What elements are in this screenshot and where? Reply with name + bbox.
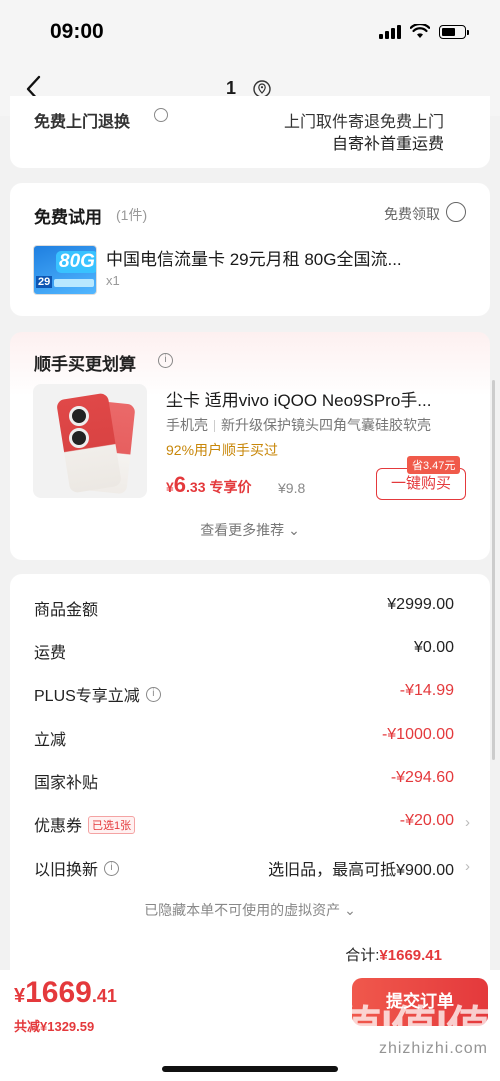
chevron-right-icon: › xyxy=(465,858,470,875)
reco-item-subtitle: 手机壳 新升级保护镜头四角气囊硅胶软壳 xyxy=(166,417,431,433)
battery-icon xyxy=(439,24,469,39)
reco-buy-percentage: 92%用户顺手买过 xyxy=(166,442,279,458)
row-shipping: 运费 ¥0.00 xyxy=(34,639,454,662)
delivery-note-2: 自寄补首重运费 xyxy=(331,136,444,153)
info-icon[interactable]: i xyxy=(158,353,173,368)
chevron-down-icon: ⌄ xyxy=(344,902,356,918)
more-recommendations-link[interactable]: 查看更多推荐 ⌄ xyxy=(10,520,490,540)
reco-original-price: ¥9.8 xyxy=(278,480,306,496)
delivery-card: 免费上门退换 上门取件寄退免费上门 自寄补首重运费 xyxy=(10,96,490,168)
status-time: 09:00 xyxy=(50,20,104,43)
hidden-assets-toggle[interactable]: 已隐藏本单不可使用的虚拟资产 ⌄ xyxy=(10,900,490,920)
phone-case-thumbnail[interactable] xyxy=(33,384,147,498)
trial-title: 免费试用 xyxy=(34,208,102,227)
info-icon[interactable]: i xyxy=(104,861,120,877)
row-goods-amount: 商品金额 ¥2999.00 xyxy=(34,596,454,619)
reco-price: ¥6.33 专享价 xyxy=(166,472,252,497)
pay-amount: ¥1669.41 xyxy=(14,976,117,1009)
sim-thumb-80g: 80G xyxy=(56,251,96,273)
row-plus-discount[interactable]: PLUS专享立减 i -¥14.99 xyxy=(34,682,466,706)
row-instant-discount: 立减 -¥1000.00 xyxy=(34,726,454,749)
row-national-subsidy: 国家补贴 -¥294.60 xyxy=(34,769,454,792)
order-total: 合计:¥1669.41 xyxy=(345,947,442,964)
checkout-bar: ¥1669.41 共减¥1329.59 提交订单 值|值|值 zhizhizhi… xyxy=(0,970,500,1081)
total-saved: 共减¥1329.59 xyxy=(14,1019,95,1034)
sim-thumb-price: 29 xyxy=(36,276,53,288)
price-details-card: 商品金额 ¥2999.00 运费 ¥0.00 PLUS专享立减 i -¥14.99… xyxy=(10,574,490,994)
free-return-label: 免费上门退换 xyxy=(34,114,131,131)
status-icons xyxy=(379,24,469,39)
trial-claim-label[interactable]: 免费领取 xyxy=(384,204,440,224)
save-badge: 省3.47元 xyxy=(407,456,461,474)
trial-item-name[interactable]: 中国电信流量卡 29元月租 80G全国流... xyxy=(106,245,441,270)
trial-claim-radio[interactable] xyxy=(446,202,466,222)
coupon-badge: 已选1张 xyxy=(88,815,136,834)
info-icon[interactable] xyxy=(154,108,168,122)
scrollbar[interactable] xyxy=(492,380,495,760)
info-icon[interactable]: i xyxy=(145,687,161,703)
delivery-note-1: 上门取件寄退免费上门 xyxy=(283,114,444,131)
status-bar: 09:00 xyxy=(0,0,500,62)
free-trial-card: 免费试用 (1件) 免费领取 80G 29 中国电信流量卡 29元月租 80G全… xyxy=(10,183,490,316)
reco-item-name[interactable]: 尘卡 适用vivo iQOO Neo9SPro手... xyxy=(166,386,466,411)
reco-title: 顺手买更划算 xyxy=(34,355,136,374)
watermark-url: zhizhizhi.com xyxy=(378,1040,488,1057)
sim-card-thumbnail[interactable]: 80G 29 xyxy=(33,245,97,295)
row-trade-in[interactable]: 以旧换新 i 选旧品，最高可抵¥900.00 › xyxy=(34,856,470,880)
trial-count: (1件) xyxy=(116,207,148,223)
chevron-right-icon: › xyxy=(465,814,470,831)
cellular-signal-icon xyxy=(379,24,401,39)
trial-item-qty: x1 xyxy=(106,273,120,288)
recommendation-card: 顺手买更划算 i 尘卡 适用vivo iQOO Neo9SPro手... 手机壳… xyxy=(10,332,490,560)
wifi-icon xyxy=(410,24,430,38)
home-indicator xyxy=(162,1066,338,1072)
row-coupon[interactable]: 优惠券 已选1张 -¥20.00 › xyxy=(34,812,470,836)
chevron-down-icon: ⌄ xyxy=(288,522,300,538)
